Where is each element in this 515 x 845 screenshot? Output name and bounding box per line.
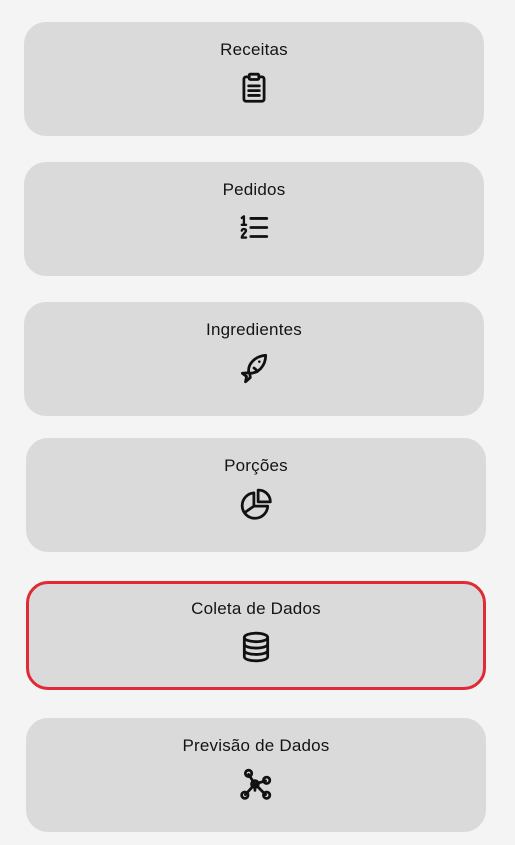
menu-card-label: Porções: [224, 456, 288, 475]
network-graph-icon: [238, 766, 274, 802]
menu-card-label: Receitas: [220, 40, 288, 59]
menu-card-label: Previsão de Dados: [182, 736, 330, 755]
menu-card-label: Ingredientes: [206, 320, 302, 339]
menu-card-porcoes[interactable]: Porções: [26, 438, 486, 552]
menu-card-label: Coleta de Dados: [191, 599, 321, 618]
database-icon: [238, 629, 274, 665]
menu-card-ingredientes[interactable]: Ingredientes: [24, 302, 484, 416]
clipboard-icon: [236, 70, 272, 106]
fish-icon: [236, 350, 272, 386]
menu-card-previsao-de-dados[interactable]: Previsão de Dados: [26, 718, 486, 832]
pie-chart-icon: [238, 486, 274, 522]
menu-card-receitas[interactable]: Receitas: [24, 22, 484, 136]
menu-card-coleta-de-dados[interactable]: Coleta de Dados: [26, 581, 486, 690]
numbered-list-icon: [236, 210, 272, 246]
menu-card-label: Pedidos: [222, 180, 286, 199]
menu-card-pedidos[interactable]: Pedidos: [24, 162, 484, 276]
